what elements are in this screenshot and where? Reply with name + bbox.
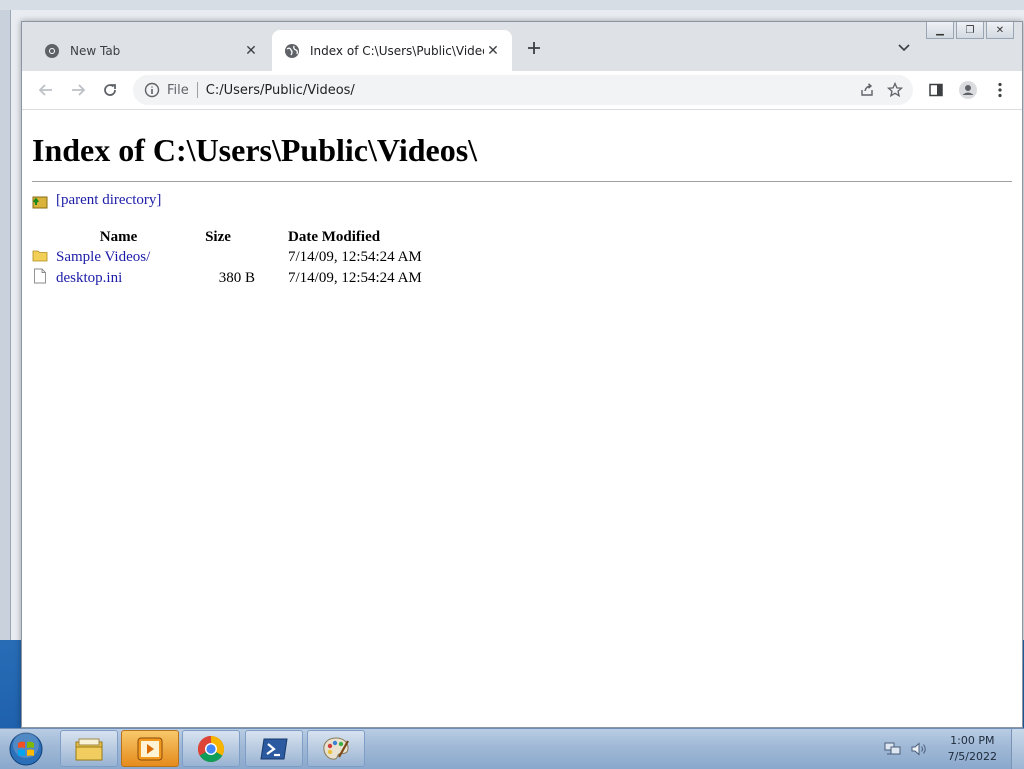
page-title: Index of C:\Users\Public\Videos\: [32, 132, 478, 168]
volume-icon[interactable]: [908, 739, 930, 759]
chrome-icon: [45, 43, 59, 58]
reload-button[interactable]: [94, 74, 126, 106]
file-listing-table: Name Size Date Modified Sample Videos/ 7…: [32, 227, 473, 289]
window-controls: ▁ ❐ ✕: [926, 22, 1014, 39]
globe-icon: [285, 43, 299, 58]
tab-strip: New Tab ✕ Index of C:\Users\Public\Video…: [22, 22, 1022, 71]
taskbar-file-explorer[interactable]: [60, 730, 118, 767]
star-icon[interactable]: [881, 76, 909, 104]
plus-icon: [528, 42, 540, 54]
windows-start-icon: [9, 732, 43, 766]
parent-directory-link[interactable]: [parent directory]: [56, 192, 161, 209]
back-button[interactable]: [30, 74, 62, 106]
paint-palette-icon: [323, 736, 349, 760]
up-folder-icon: [32, 196, 48, 208]
forward-arrow-icon: [72, 84, 86, 96]
share-icon[interactable]: [853, 76, 881, 104]
clock-time: 1:00 PM: [950, 734, 995, 747]
restore-button[interactable]: ❐: [956, 22, 984, 39]
page-content: Index of C:\Users\Public\Videos\ [parent…: [22, 110, 1022, 727]
chrome-window: New Tab ✕ Index of C:\Users\Public\Video…: [21, 21, 1023, 728]
file-date: 7/14/09, 12:54:24 AM: [288, 270, 422, 286]
taskbar-powershell[interactable]: [245, 730, 303, 767]
taskbar-paint[interactable]: [307, 730, 365, 767]
media-player-icon: [137, 737, 163, 760]
back-arrow-icon: [38, 84, 52, 96]
close-window-button[interactable]: ✕: [986, 22, 1014, 39]
file-icon: [34, 268, 46, 284]
tab-title: Index of C:\Users\Public\Videos\: [310, 43, 484, 58]
column-header-date[interactable]: Date Modified: [263, 227, 473, 247]
file-size: [181, 247, 263, 268]
new-tab-button[interactable]: [522, 36, 546, 60]
close-tab-icon[interactable]: ✕: [484, 42, 502, 60]
show-desktop-button[interactable]: [1011, 729, 1024, 769]
start-button[interactable]: [4, 730, 48, 768]
tab-new-tab[interactable]: New Tab ✕: [30, 30, 270, 71]
column-header-name[interactable]: Name: [56, 227, 181, 247]
tab-search-button[interactable]: [892, 38, 916, 58]
kebab-menu-icon[interactable]: [986, 75, 1014, 105]
info-icon[interactable]: [143, 81, 161, 99]
divider: [32, 181, 1012, 182]
toolbar: File C:/Users/Public/Videos/: [22, 71, 1022, 110]
address-bar[interactable]: File C:/Users/Public/Videos/: [133, 75, 913, 105]
chrome-icon: [197, 735, 225, 762]
file-link[interactable]: Sample Videos/: [56, 249, 150, 265]
clock[interactable]: 1:00 PM 7/5/2022: [948, 733, 997, 765]
system-tray: 1:00 PM 7/5/2022: [882, 729, 1024, 769]
profile-avatar-icon[interactable]: [954, 75, 982, 105]
parent-directory-row: [parent directory]: [32, 192, 1012, 209]
taskbar-chrome[interactable]: [182, 730, 240, 767]
folder-icon: [32, 250, 48, 262]
file-date: 7/14/09, 12:54:24 AM: [288, 249, 422, 265]
clock-date: 7/5/2022: [947, 750, 997, 763]
toolbar-right: [922, 75, 1014, 105]
taskbar-media-player[interactable]: [121, 730, 179, 767]
taskbar: 1:00 PM 7/5/2022: [0, 728, 1024, 769]
network-icon[interactable]: [882, 739, 904, 759]
table-row: Sample Videos/ 7/14/09, 12:54:24 AM: [32, 247, 473, 268]
file-size: 380 B: [218, 270, 255, 286]
chevron-down-icon: [898, 44, 910, 52]
forward-button[interactable]: [62, 74, 94, 106]
side-panel-icon[interactable]: [922, 75, 950, 105]
url-text[interactable]: C:/Users/Public/Videos/: [206, 83, 853, 98]
close-tab-icon[interactable]: ✕: [242, 42, 260, 60]
reload-icon: [104, 84, 116, 96]
scheme-label: File: [167, 82, 189, 98]
table-row: desktop.ini 380 B 7/14/09, 12:54:24 AM: [32, 268, 473, 289]
folder-library-icon: [75, 738, 103, 760]
file-link[interactable]: desktop.ini: [56, 270, 122, 286]
tab-title: New Tab: [70, 43, 121, 58]
divider: [196, 82, 198, 98]
column-header-size[interactable]: Size: [181, 227, 263, 247]
tab-index-videos[interactable]: Index of C:\Users\Public\Videos\ ✕: [272, 30, 512, 71]
minimize-button[interactable]: ▁: [926, 22, 954, 39]
powershell-icon: [260, 738, 288, 759]
